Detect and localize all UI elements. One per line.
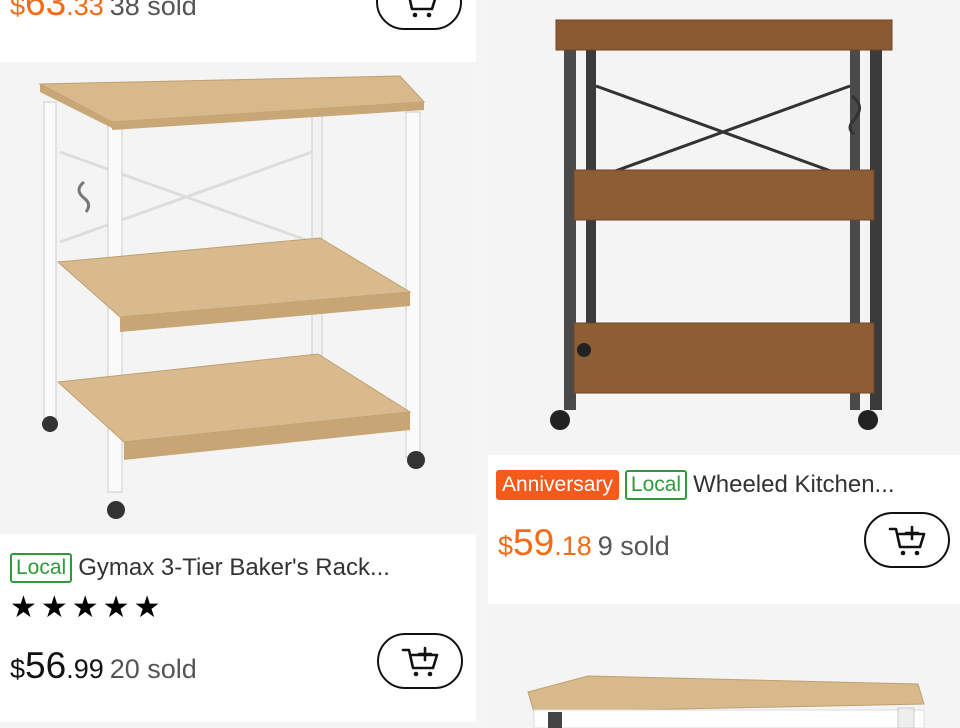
next-product-image[interactable] xyxy=(488,604,960,728)
price-integer: 59 xyxy=(513,522,555,563)
rating-stars: ★★★★★ xyxy=(10,591,165,624)
add-to-cart-button[interactable] xyxy=(864,512,950,568)
add-to-cart-icon xyxy=(408,0,437,18)
sold-count: 20 sold xyxy=(109,654,197,684)
price-decimal: .33 xyxy=(66,0,104,21)
kitchen-island-image xyxy=(527,675,925,728)
anniversary-badge: Anniversary xyxy=(496,470,619,500)
price-integer: 63 xyxy=(25,0,67,23)
price-decimal: .18 xyxy=(554,531,592,561)
sold-count: 38 sold xyxy=(109,0,197,21)
column-gap xyxy=(476,0,488,728)
bakers-rack-light-wood-image xyxy=(38,75,426,519)
product-title-row[interactable]: Anniversary Local Wheeled Kitchen... xyxy=(496,470,895,500)
product-column-left: $63.33 38 sold Local Gymax 3-Tier Baker'… xyxy=(0,0,476,728)
sold-count: 9 sold xyxy=(597,531,670,561)
price-currency: $ xyxy=(10,654,26,684)
local-badge: Local xyxy=(624,470,688,500)
product-price: $56.99 20 sold xyxy=(10,645,197,687)
top-card-price: $63.33 38 sold xyxy=(10,0,197,24)
price-currency: $ xyxy=(10,0,26,21)
add-to-cart-icon xyxy=(888,525,926,556)
add-to-cart-button[interactable] xyxy=(377,633,463,689)
product-image-gymax-rack[interactable] xyxy=(0,62,476,534)
add-to-cart-icon xyxy=(401,646,439,677)
local-badge: Local xyxy=(10,553,73,583)
product-title: Wheeled Kitchen... xyxy=(693,471,895,498)
product-title: Gymax 3-Tier Baker's Rack... xyxy=(78,554,390,581)
product-title-row[interactable]: Local Gymax 3-Tier Baker's Rack... xyxy=(10,553,390,583)
product-price: $59.18 9 sold xyxy=(498,522,670,564)
add-to-cart-button[interactable] xyxy=(376,0,462,30)
next-product-image[interactable] xyxy=(0,722,476,728)
price-decimal: .99 xyxy=(66,654,104,684)
price-currency: $ xyxy=(498,531,514,561)
price-integer: 56 xyxy=(25,645,67,686)
product-column-right: Anniversary Local Wheeled Kitchen... $59… xyxy=(488,0,960,728)
bakers-rack-rustic-brown-image xyxy=(550,19,893,430)
product-image-wheeled-kitchen[interactable] xyxy=(488,0,960,455)
